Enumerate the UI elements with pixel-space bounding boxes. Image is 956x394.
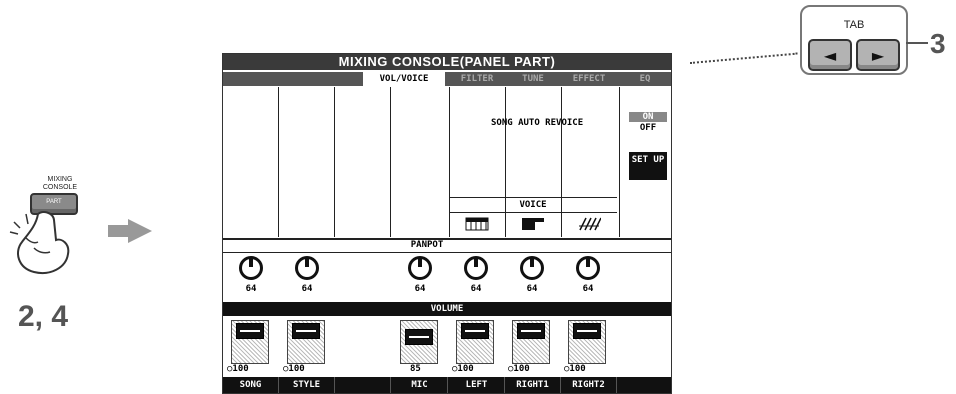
setup-button[interactable]: SET UP (629, 152, 667, 180)
tab-effect[interactable]: EFFECT (561, 72, 617, 86)
toggle-on: ON (629, 112, 667, 122)
column-divider (278, 87, 279, 237)
panpot-value-song: 64 (245, 284, 257, 294)
slider-cap[interactable] (573, 323, 601, 339)
tab-label: TAB (843, 19, 865, 31)
volume-value-song: ○100 (227, 364, 249, 374)
channel-style[interactable]: STYLE (279, 377, 335, 393)
volume-slider-style[interactable] (287, 320, 325, 364)
arrow-tail (108, 225, 128, 237)
panpot-knob-song[interactable] (239, 256, 263, 280)
tab-button-panel: TAB ◄ ► (800, 5, 908, 75)
tab-filter[interactable]: FILTER (449, 72, 505, 86)
volume-slider-left[interactable] (456, 320, 494, 364)
channel-song[interactable]: SONG (223, 377, 279, 393)
volume-slider-right1[interactable] (512, 320, 550, 364)
voice-header: VOICE (449, 197, 617, 212)
panpot-knob-right1[interactable] (520, 256, 544, 280)
volume-slider-mic[interactable] (400, 320, 438, 364)
panpot-value-mic: 64 (414, 284, 426, 294)
keyboard-icon[interactable] (465, 217, 489, 231)
volume-value-right2: ○100 (564, 364, 586, 374)
screen-title: MIXING CONSOLE(PANEL PART) (223, 54, 671, 70)
channel-label-row: SONG STYLE MIC LEFT RIGHT1 RIGHT2 (223, 377, 671, 393)
dotted-pointer-line (689, 52, 798, 64)
volume-value-left: ○100 (452, 364, 474, 374)
panpot-value-left: 64 (470, 284, 482, 294)
step-label-3: 3 (930, 28, 946, 59)
slider-cap[interactable] (517, 323, 545, 339)
step-3-leader-line (906, 42, 928, 44)
tab-bar: VOL/VOICE FILTER TUNE EFFECT EQ (223, 72, 671, 86)
channel-empty (335, 377, 391, 393)
right-triangle-icon: ► (871, 45, 885, 65)
tab-next-button[interactable]: ► (856, 39, 900, 71)
panpot-value-right1: 64 (526, 284, 538, 294)
auto-revoice-toggle[interactable]: ON OFF (629, 112, 667, 134)
strings-icon[interactable] (577, 217, 601, 231)
toggle-off: OFF (639, 123, 657, 133)
volume-label: VOLUME (223, 302, 671, 316)
panpot-value-style: 64 (301, 284, 313, 294)
organ-icon[interactable] (521, 217, 545, 231)
column-divider (390, 87, 391, 237)
left-triangle-icon: ◄ (823, 45, 837, 65)
panpot-knob-style[interactable] (295, 256, 319, 280)
mixing-console-screen: MIXING CONSOLE(PANEL PART) VOL/VOICE FIL… (222, 53, 672, 394)
tab-prev-button[interactable]: ◄ (808, 39, 852, 71)
slider-cap[interactable] (405, 329, 433, 345)
panpot-value-right2: 64 (582, 284, 594, 294)
tab-eq[interactable]: EQ (621, 72, 669, 86)
right-arrow-icon (128, 219, 152, 243)
channel-right2[interactable]: RIGHT2 (561, 377, 617, 393)
volume-slider-song[interactable] (231, 320, 269, 364)
slider-cap[interactable] (236, 323, 264, 339)
panpot-label: PANPOT (410, 240, 444, 250)
panpot-knob-right2[interactable] (576, 256, 600, 280)
channel-mic[interactable]: MIC (392, 377, 448, 393)
slider-cap[interactable] (292, 323, 320, 339)
column-divider (334, 87, 335, 237)
tab-vol-voice[interactable]: VOL/VOICE (363, 72, 445, 86)
panpot-knob-left[interactable] (464, 256, 488, 280)
slider-cap[interactable] (461, 323, 489, 339)
volume-slider-right2[interactable] (568, 320, 606, 364)
column-divider (619, 87, 620, 237)
panpot-bar: PANPOT (223, 238, 671, 253)
step-label-2-4: 2, 4 (18, 300, 69, 333)
pressing-finger-icon (9, 211, 70, 274)
channel-right1[interactable]: RIGHT1 (505, 377, 561, 393)
channel-left[interactable]: LEFT (449, 377, 505, 393)
volume-value-right1: ○100 (508, 364, 530, 374)
mixing-console-button-text: PART (46, 199, 62, 205)
volume-value-style: ○100 (283, 364, 305, 374)
voice-icon-row (449, 212, 617, 237)
tab-tune[interactable]: TUNE (509, 72, 557, 86)
mixing-console-label: MIXING CONSOLE (42, 176, 78, 191)
song-auto-revoice-label: SONG AUTO REVOICE (491, 118, 584, 128)
panpot-knob-mic[interactable] (408, 256, 432, 280)
